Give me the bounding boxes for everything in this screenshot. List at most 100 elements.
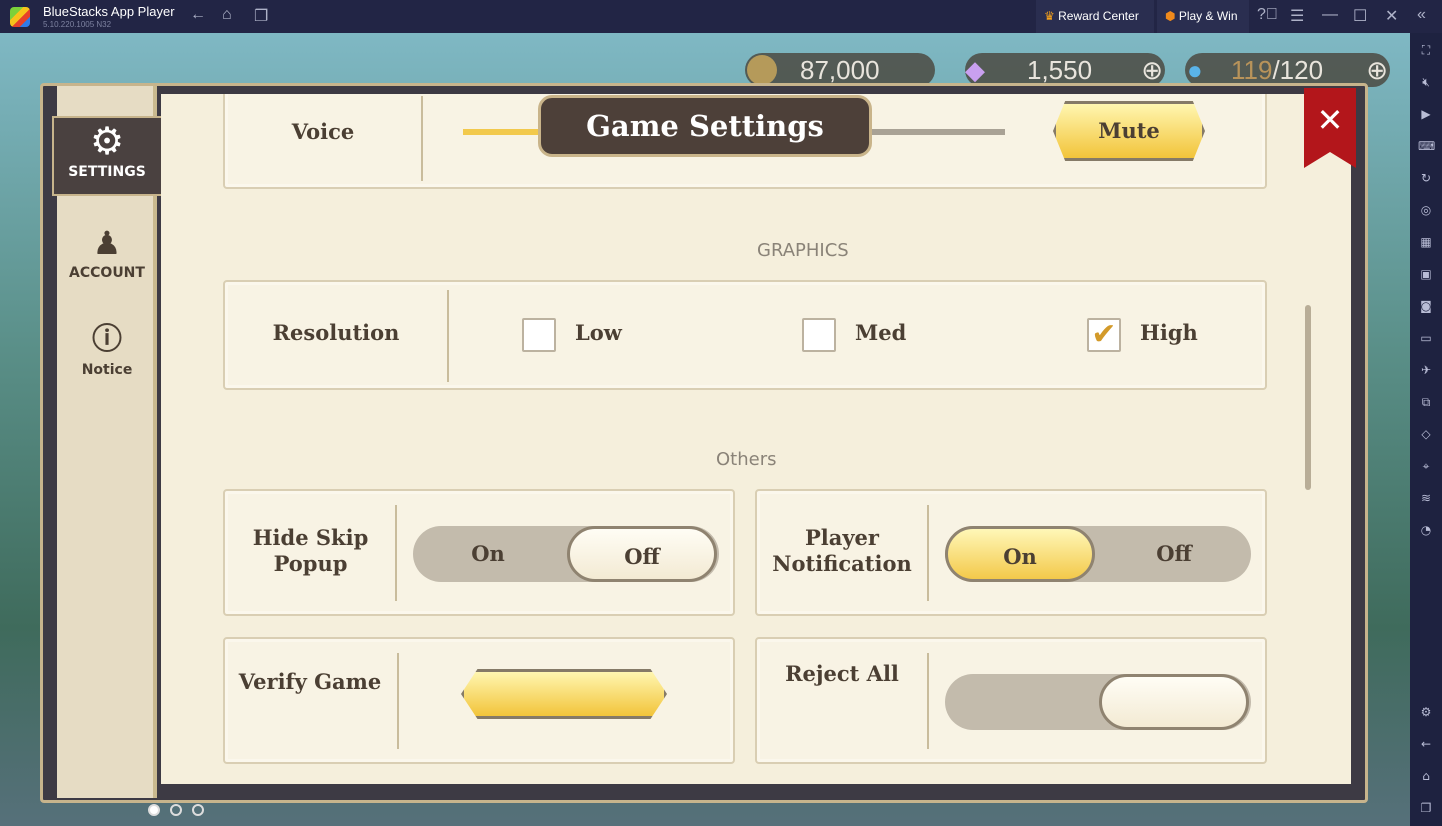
settings-panel: ⚙ SETTINGS ♟ ACCOUNT ⓘ Notice Voice Mute GR…	[40, 83, 1368, 803]
settings-tabs: ⚙ SETTINGS ♟ ACCOUNT ⓘ Notice	[52, 86, 192, 798]
voice-label: Voice	[291, 119, 355, 144]
divider	[421, 96, 423, 181]
hide-skip-on[interactable]: On	[413, 526, 563, 582]
page-dot[interactable]	[148, 804, 160, 816]
scrollbar[interactable]	[1305, 305, 1311, 490]
title-bar: BlueStacks App Player 5.10.220.1005 N32 …	[0, 0, 1442, 33]
gold-counter: 87,000	[745, 53, 935, 87]
low-label: Low	[575, 320, 622, 345]
reject-all-row: Reject All	[755, 637, 1267, 764]
recent-apps-icon[interactable]: ❐	[1418, 801, 1434, 815]
game-area: 87,000 ◆ 1,550 ⊕ ● 119/120 ⊕ ⚙ SETTINGS ♟ ACCO…	[0, 33, 1410, 826]
stamina-counter: ● 119/120 ⊕	[1185, 53, 1390, 87]
sync-icon[interactable]: ◎	[1418, 203, 1434, 217]
layers-icon[interactable]: ≋	[1418, 491, 1434, 505]
stamina-max: /120	[1272, 55, 1324, 85]
verify-game-button[interactable]	[461, 669, 667, 719]
tab-account[interactable]: ♟ ACCOUNT	[57, 221, 157, 281]
gems-counter: ◆ 1,550 ⊕	[965, 53, 1165, 87]
screenshot-icon[interactable]: ◙	[1418, 299, 1434, 313]
collapse-sidebar-icon[interactable]: «	[1417, 6, 1426, 24]
player-notification-row: Player Notification On Off	[755, 489, 1267, 616]
keyboard-icon[interactable]: ⌨	[1418, 139, 1435, 153]
mute-button[interactable]: Mute	[1053, 101, 1205, 161]
settings-content: Voice Mute GRAPHICS Resolution Low Med ✔…	[161, 94, 1351, 784]
airplane-icon[interactable]: ✈	[1418, 363, 1434, 377]
tab-account-label: ACCOUNT	[69, 265, 145, 281]
med-checkbox[interactable]	[802, 318, 836, 352]
resolution-row: Resolution Low Med ✔ High	[223, 280, 1267, 390]
play-win-button[interactable]: ⬢ Play & Win	[1157, 0, 1249, 33]
medal-icon: ⬢	[1165, 9, 1176, 23]
player-notification-off[interactable]: Off	[1099, 526, 1249, 582]
reject-all-label: Reject All	[785, 661, 899, 686]
home-icon[interactable]: ⌂	[222, 6, 232, 24]
stamina-current: 119	[1231, 55, 1273, 85]
reward-center-button[interactable]: ♛ Reward Center	[1036, 0, 1154, 33]
player-notification-label: Player Notification	[772, 525, 912, 576]
bluestacks-logo-icon	[10, 7, 30, 27]
app-name: BlueStacks App Player	[43, 4, 175, 19]
gems-value: 1,550	[1027, 55, 1093, 85]
page-dot[interactable]	[170, 804, 182, 816]
help-icon[interactable]: ?⃝	[1257, 6, 1278, 24]
player-notification-on[interactable]: On	[945, 526, 1095, 582]
eraser-icon[interactable]: ◇	[1418, 427, 1434, 441]
page-dot[interactable]	[192, 804, 204, 816]
volume-icon[interactable]: 🔇︎	[1418, 75, 1434, 89]
back-icon[interactable]: ←	[190, 6, 206, 24]
graphics-heading: GRAPHICS	[757, 240, 849, 261]
divider	[447, 290, 449, 382]
verify-game-label: Verify Game	[238, 669, 382, 694]
player-notification-toggle[interactable]: On Off	[945, 526, 1251, 582]
settings-icon[interactable]: ⚙	[1418, 705, 1434, 719]
folder-icon[interactable]: ▭	[1418, 331, 1434, 345]
potion-icon: ●	[1187, 55, 1203, 85]
hide-skip-row: Hide Skip Popup On Off	[223, 489, 735, 616]
fullscreen-icon[interactable]: ⛶	[1418, 43, 1434, 57]
divider	[927, 505, 929, 601]
reward-center-label: Reward Center	[1058, 9, 1139, 23]
low-checkbox[interactable]	[522, 318, 556, 352]
close-window-icon[interactable]: ✕	[1385, 6, 1398, 26]
exclamation-icon: ⓘ	[92, 322, 122, 357]
menu-icon[interactable]: ☰	[1290, 6, 1304, 26]
home-icon[interactable]: ⌂	[1418, 769, 1434, 783]
divider	[397, 653, 399, 749]
apk-icon[interactable]: ▣	[1418, 267, 1434, 281]
maximize-icon[interactable]: ☐	[1353, 6, 1367, 26]
person-icon: ♟	[92, 224, 122, 262]
resolution-label: Resolution	[272, 320, 400, 345]
copy-icon[interactable]: ⧉	[1418, 395, 1434, 409]
minimize-icon[interactable]: —	[1322, 6, 1338, 24]
add-gems-icon[interactable]: ⊕	[1141, 53, 1163, 87]
performance-icon[interactable]: ▦	[1418, 235, 1434, 249]
gold-value: 87,000	[800, 55, 880, 85]
tab-notice[interactable]: ⓘ Notice	[57, 318, 157, 378]
hide-skip-label: Hide Skip Popup	[252, 525, 369, 576]
reject-all-off[interactable]	[1099, 674, 1249, 730]
speed-icon[interactable]: ◔	[1418, 523, 1434, 537]
hide-skip-off[interactable]: Off	[567, 526, 717, 582]
verify-game-row: Verify Game	[223, 637, 735, 764]
add-stamina-icon[interactable]: ⊕	[1366, 53, 1388, 87]
reject-all-toggle[interactable]	[945, 674, 1251, 730]
high-label: High	[1140, 320, 1198, 345]
macro-icon[interactable]: ↻	[1418, 171, 1434, 185]
med-label: Med	[855, 320, 907, 345]
play-win-label: Play & Win	[1178, 9, 1238, 23]
hide-skip-toggle[interactable]: On Off	[413, 526, 719, 582]
divider	[395, 505, 397, 601]
app-version: 5.10.220.1005 N32	[43, 20, 112, 29]
gem-icon: ◆	[965, 55, 985, 85]
media-icon[interactable]: ▶	[1418, 107, 1434, 121]
back-icon[interactable]: ←	[1418, 737, 1434, 751]
divider	[927, 653, 929, 749]
multi-instance-icon[interactable]: ❐	[254, 6, 268, 26]
high-checkbox[interactable]: ✔	[1087, 318, 1121, 352]
right-sidebar: ⛶ 🔇︎ ▶ ⌨ ↻ ◎ ▦ ▣ ◙ ▭ ✈ ⧉ ◇ ⌖ ≋ ◔ ⚙ ← ⌂ ❐	[1410, 33, 1442, 826]
panel-title: Game Settings	[538, 95, 872, 157]
location-icon[interactable]: ⌖	[1418, 459, 1434, 473]
coin-icon	[747, 55, 777, 85]
tab-notice-label: Notice	[81, 362, 133, 378]
